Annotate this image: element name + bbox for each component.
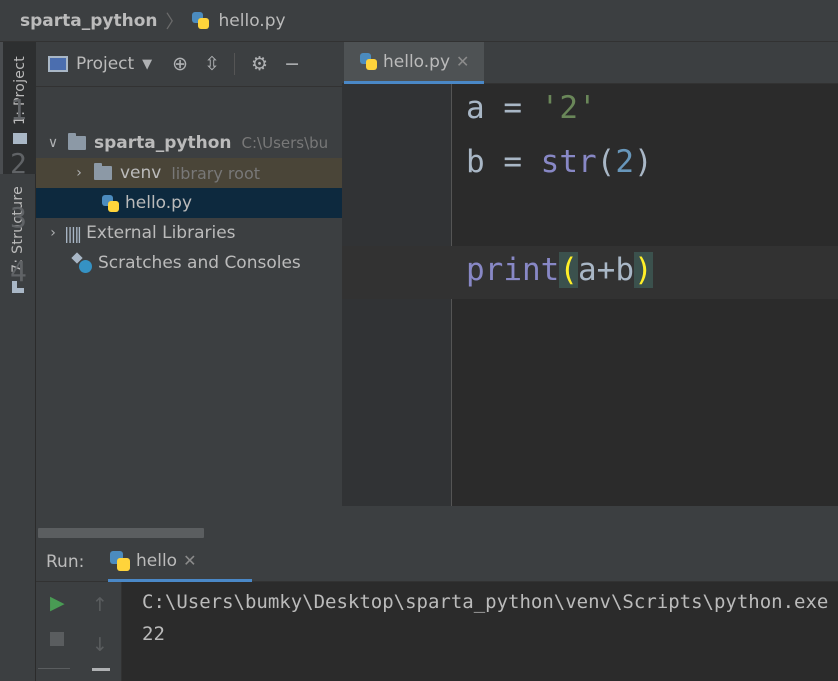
breadcrumb-project[interactable]: sparta_python	[20, 11, 158, 31]
run-console-output[interactable]: C:\Users\bumky\Desktop\sparta_python\ven…	[142, 586, 838, 650]
left-tool-strip: 1: Project 7: Structure	[0, 42, 36, 681]
chevron-right-icon[interactable]: ›	[72, 165, 86, 181]
breadcrumb-separator: 〉	[165, 11, 184, 33]
arrow-down-icon[interactable]: ↓	[92, 634, 108, 656]
editor-bottom-area	[342, 506, 838, 542]
folder-icon	[12, 132, 27, 144]
tree-item-root-path: C:\Users\bu	[241, 134, 329, 152]
project-horizontal-scrollbar[interactable]	[38, 528, 204, 538]
tree-item-root[interactable]: ∨ sparta_python C:\Users\bu	[36, 128, 342, 158]
code-string: '2'	[540, 90, 597, 126]
editor-tab-label: hello.py	[383, 51, 451, 72]
editor-tab-bar: hello.py ✕	[342, 42, 838, 84]
code-token: a+b	[578, 252, 634, 288]
code-line-2[interactable]: b = str(2)	[466, 144, 653, 180]
minimize-icon[interactable]: −	[284, 53, 300, 75]
matched-paren: )	[634, 252, 653, 288]
project-panel: Project ▼ ⊕ ⇳ ⚙ − ∨ sparta_python C:\Use…	[36, 42, 342, 542]
arrow-up-icon[interactable]: ↑	[92, 594, 108, 616]
matched-paren: (	[559, 252, 578, 288]
line-number: 2	[10, 147, 27, 180]
python-file-icon	[191, 12, 209, 29]
crosshair-icon[interactable]: ⊕	[172, 53, 188, 75]
code-token: =	[484, 144, 541, 180]
console-line: C:\Users\bumky\Desktop\sparta_python\ven…	[142, 591, 829, 613]
console-line: 22	[142, 623, 165, 645]
folder-icon	[68, 133, 86, 150]
separator-line	[38, 668, 70, 669]
gear-icon[interactable]: ⚙	[251, 53, 268, 75]
chevron-down-icon[interactable]: ∨	[46, 135, 60, 151]
code-token: =	[484, 90, 541, 126]
run-tab-hello[interactable]: hello ✕	[108, 542, 252, 582]
library-icon: |||‖	[64, 223, 82, 243]
scratch-icon	[71, 252, 92, 273]
tree-item-scratches[interactable]: Scratches and Consoles	[36, 248, 342, 278]
project-toolbar: Project ▼ ⊕ ⇳ ⚙ −	[36, 42, 342, 87]
tree-item-external-libraries[interactable]: › |||‖ External Libraries	[36, 218, 342, 248]
tree-item-hello-label: hello.py	[125, 193, 193, 213]
code-token: b	[466, 144, 485, 180]
code-builtin: print	[466, 252, 560, 288]
folder-icon	[94, 163, 112, 180]
play-icon[interactable]: ▶	[50, 592, 65, 614]
toolbar-divider	[234, 53, 236, 75]
tree-item-external-label: External Libraries	[86, 223, 236, 243]
code-token: (	[596, 144, 616, 180]
stop-icon[interactable]	[50, 632, 64, 646]
line-number: 3	[10, 201, 27, 234]
run-tab-label: hello	[136, 550, 178, 571]
code-token: a	[466, 90, 485, 126]
line-number: 4	[10, 255, 27, 288]
run-panel: Run: hello ✕ ▶ ↑ ↓ C:\Users\bumky\Deskto…	[36, 542, 838, 681]
project-view-selector[interactable]: Project	[76, 54, 134, 74]
python-file-icon	[110, 550, 130, 571]
close-icon[interactable]: ✕	[456, 52, 469, 71]
run-label: Run:	[46, 551, 85, 572]
project-view-icon	[48, 56, 68, 72]
code-line-1[interactable]: a = '2'	[466, 90, 597, 126]
line-number: 1	[10, 93, 27, 126]
chevron-down-icon[interactable]: ▼	[142, 57, 152, 72]
tree-item-scratches-label: Scratches and Consoles	[98, 253, 301, 273]
breadcrumb: sparta_python 〉 hello.py	[0, 0, 838, 42]
run-toolbar: ▶ ↑ ↓	[36, 582, 122, 681]
code-number: 2	[615, 144, 635, 180]
tree-item-venv[interactable]: › venv library root	[36, 158, 342, 188]
code-line-4[interactable]: print(a+b)	[466, 252, 653, 288]
code-token: )	[634, 144, 653, 180]
tree-item-hello[interactable]: hello.py	[36, 188, 342, 218]
collapse-icon[interactable]: ⇳	[204, 53, 220, 75]
close-icon[interactable]: ✕	[183, 551, 196, 570]
minimize-icon[interactable]	[92, 668, 110, 671]
code-builtin: str	[540, 144, 597, 180]
chevron-right-icon[interactable]: ›	[46, 225, 60, 241]
python-file-icon	[102, 194, 119, 212]
python-file-icon	[360, 53, 377, 70]
tree-item-venv-hint: library root	[171, 163, 260, 183]
tree-item-venv-label: venv	[120, 163, 162, 183]
editor-tab-hello[interactable]: hello.py ✕	[344, 42, 484, 84]
tree-item-root-label: sparta_python	[94, 133, 232, 153]
breadcrumb-file[interactable]: hello.py	[219, 11, 286, 31]
